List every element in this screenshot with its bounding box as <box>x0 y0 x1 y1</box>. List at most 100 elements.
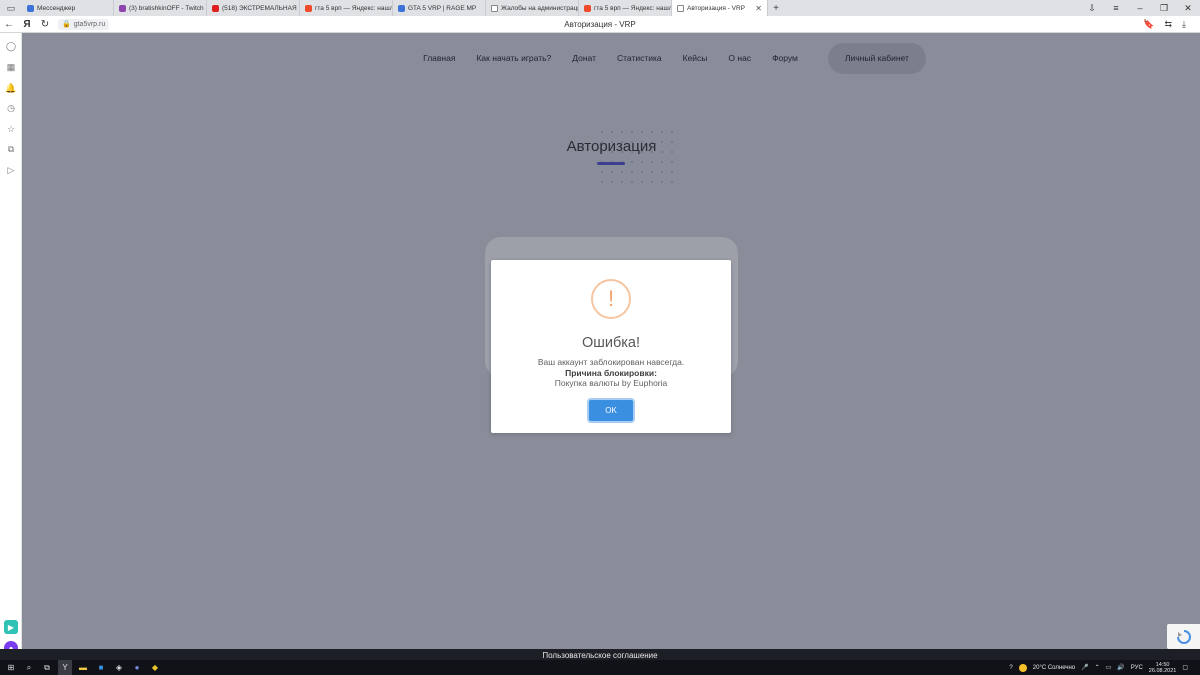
recaptcha-icon <box>1176 629 1191 644</box>
tab-label: GTA 5 VRP | RAGE MP <box>408 4 477 12</box>
browser-tab[interactable]: Жалобы на администрацию <box>486 0 579 16</box>
network-icon[interactable]: ▭ <box>1106 664 1112 671</box>
user-agreement-link[interactable]: Пользовательское соглашение <box>542 651 657 660</box>
nav-link[interactable]: Главная <box>423 53 455 63</box>
steam-icon[interactable]: ◈ <box>112 660 126 675</box>
start-button[interactable]: ⊞ <box>4 660 18 675</box>
task-view-icon[interactable]: ⧉ <box>40 660 54 675</box>
play-icon[interactable]: ▷ <box>5 164 17 176</box>
app-launcher-icon[interactable]: ▶ <box>4 620 18 634</box>
error-dialog: ! Ошибка! Ваш аккаунт заблокирован навсе… <box>491 260 731 433</box>
browser-tab[interactable]: гта 5 врп — Яндекс: нашл <box>300 0 393 16</box>
file-explorer-icon[interactable]: ▬ <box>76 660 90 675</box>
tab-favicon-icon <box>212 4 219 12</box>
back-button[interactable]: ← <box>0 16 18 33</box>
tab-favicon-icon <box>119 4 126 12</box>
heading-underline <box>597 162 625 165</box>
clock[interactable]: 14:50 26.08.2021 <box>1149 662 1177 674</box>
history-icon[interactable]: ◷ <box>5 102 17 114</box>
browser-tab[interactable]: Авторизация - VRP ✕ <box>672 0 768 16</box>
yandex-browser-icon[interactable]: Y <box>58 660 72 675</box>
new-tab-button[interactable]: + <box>768 0 784 16</box>
ok-button[interactable]: OK <box>589 400 633 421</box>
tab-favicon-icon <box>305 4 312 12</box>
tab-label: Жалобы на администрацию <box>501 4 579 12</box>
url-text: gta5vrp.ru <box>73 20 106 28</box>
restore-button[interactable]: ❐ <box>1152 0 1176 16</box>
menu-icon[interactable]: ≡ <box>1104 0 1128 16</box>
tab-favicon-icon <box>584 4 591 12</box>
search-icon[interactable]: ⌕ <box>22 660 36 675</box>
download-icon[interactable]: ⤓ <box>1182 19 1186 30</box>
nav-link[interactable]: Статистика <box>617 53 662 63</box>
bookmark-icon[interactable]: 🔖 <box>1143 19 1154 30</box>
volume-icon[interactable]: 🔊 <box>1117 664 1124 671</box>
address-bar-actions: 🔖 ⇆ ⤓ <box>1143 19 1200 30</box>
chevron-up-icon[interactable]: ⌃ <box>1095 664 1100 671</box>
app-icon[interactable]: ◆ <box>148 660 162 675</box>
close-window-button[interactable]: ✕ <box>1176 0 1200 16</box>
downloads-icon[interactable]: ⇩ <box>1080 0 1104 16</box>
store-icon[interactable]: ■ <box>94 660 108 675</box>
translate-icon[interactable]: ⇆ <box>1164 19 1172 30</box>
tabs-panel-icon[interactable]: ▭ <box>0 0 22 16</box>
site-nav: Главная Как начать играть? Донат Статистика… <box>23 42 1200 74</box>
nav-link[interactable]: Кейсы <box>683 53 708 63</box>
ban-reason: Покупка валюты by Euphoria <box>554 378 668 388</box>
site-footer: Пользовательское соглашение <box>0 649 1200 660</box>
recaptcha-badge[interactable] <box>1167 624 1200 649</box>
windows-taskbar: ⊞ ⌕ ⧉ Y ▬ ■ ◈ ● ◆ ? 20°C Солнечно 🎤 ⌃ ▭ … <box>0 660 1200 675</box>
nav-link[interactable]: Донат <box>572 53 596 63</box>
notifications-icon[interactable]: ▢ <box>1182 664 1188 671</box>
help-icon[interactable]: ? <box>1009 665 1012 671</box>
browser-tab[interactable]: (3) bratishkinOFF - Twitch <box>114 0 207 16</box>
services-grid-icon[interactable]: ▦ <box>5 61 17 73</box>
nav-link[interactable]: О нас <box>728 53 751 63</box>
dialog-title: Ошибка! <box>581 335 641 351</box>
browser-tab[interactable]: (518) ЭКСТРЕМАЛЬНАЯ КРУ <box>207 0 300 16</box>
browser-tab-strip: ▭ Мессенджер (3) bratishkinOFF - Twitch (5… <box>0 0 1200 16</box>
nav-link[interactable]: Форум <box>772 53 798 63</box>
clock-date: 26.08.2021 <box>1148 667 1177 674</box>
system-tray: ? 20°C Солнечно 🎤 ⌃ ▭ 🔊 РУС 14:50 26.08.… <box>1009 662 1200 674</box>
tab-favicon-icon <box>398 4 405 12</box>
nav-link[interactable]: Как начать играть? <box>476 53 551 63</box>
lock-icon: 🔒 <box>62 21 71 28</box>
browser-tab[interactable]: гта 5 врп — Яндекс: нашл <box>579 0 672 16</box>
tab-list: Мессенджер (3) bratishkinOFF - Twitch (518… <box>22 0 768 16</box>
address-bar: ← Я ↻ 🔒 gta5vrp.ru Авторизация - VRP 🔖 ⇆… <box>0 16 1200 33</box>
browser-sidebar: ◯ ▦ 🔔 ◷ ☆ ⧉ ▷ ▶ ● <box>0 33 22 660</box>
collections-icon[interactable]: ⧉ <box>5 143 17 155</box>
discord-icon[interactable]: ● <box>130 660 144 675</box>
tab-favicon-icon <box>491 4 498 12</box>
mic-icon[interactable]: 🎤 <box>1081 664 1088 671</box>
tab-label: (3) bratishkinOFF - Twitch <box>129 4 204 12</box>
tab-label: Авторизация - VRP <box>687 4 746 12</box>
sun-icon <box>1018 663 1027 672</box>
star-icon[interactable]: ☆ <box>5 123 17 135</box>
tab-favicon-icon <box>27 4 34 12</box>
tab-label: гта 5 врп — Яндекс: нашл <box>594 4 672 12</box>
personal-cabinet-button[interactable]: Личный кабинет <box>827 42 926 74</box>
yandex-logo[interactable]: Я <box>18 16 36 33</box>
minimize-button[interactable]: – <box>1128 0 1152 16</box>
close-tab-icon[interactable]: ✕ <box>755 4 762 13</box>
tab-label: гта 5 врп — Яндекс: нашл <box>315 4 393 12</box>
tab-label: Мессенджер <box>37 4 76 12</box>
bell-icon[interactable]: 🔔 <box>5 82 17 94</box>
decorative-dots <box>597 127 677 189</box>
auth-heading: Авторизация <box>566 138 657 155</box>
ban-message: Ваш аккаунт заблокирован навсегда. <box>537 357 685 367</box>
page-title: Авторизация - VRP <box>564 20 636 29</box>
reload-icon[interactable]: ↻ <box>36 16 54 33</box>
url-field[interactable]: 🔒 gta5vrp.ru <box>58 18 110 30</box>
window-controls: ⇩ ≡ – ❐ ✕ <box>1080 0 1200 16</box>
weather-text[interactable]: 20°C Солнечно <box>1033 665 1075 671</box>
ban-reason-label: Причина блокировки: <box>565 367 657 378</box>
browser-tab[interactable]: GTA 5 VRP | RAGE MP <box>393 0 486 16</box>
language-indicator[interactable]: РУС <box>1131 665 1143 671</box>
nav-links: Главная Как начать играть? Донат Статистика… <box>423 53 798 63</box>
tab-favicon-icon <box>677 4 684 12</box>
profile-icon[interactable]: ◯ <box>5 40 17 52</box>
browser-tab[interactable]: Мессенджер <box>22 0 114 16</box>
